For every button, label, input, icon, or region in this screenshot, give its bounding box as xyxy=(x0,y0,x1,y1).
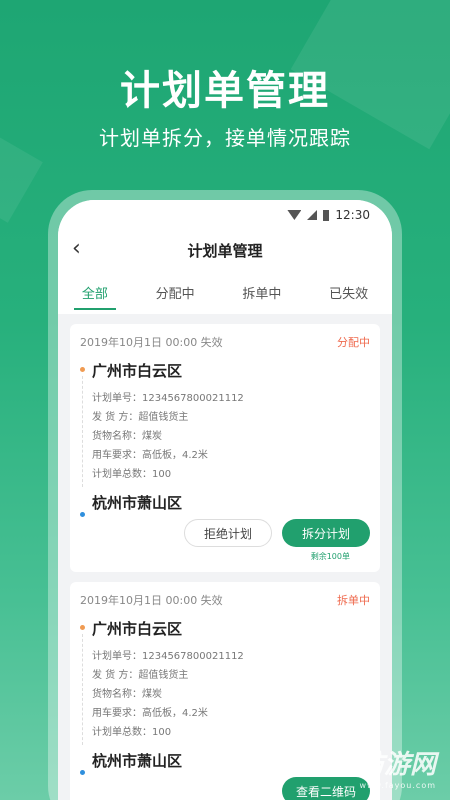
tab-expired[interactable]: 已失效 xyxy=(325,273,372,312)
detail-line: 货物名称：煤炭 xyxy=(92,431,162,442)
expire-date: 2019年10月1日 00:00 失效 xyxy=(80,594,223,607)
detail-line: 计划单总数：100 xyxy=(92,469,172,480)
detail-line: 用车要求：高低板，4.2米 xyxy=(92,708,208,719)
route-line xyxy=(82,376,83,487)
tab-splitting[interactable]: 拆单中 xyxy=(238,273,285,312)
destination-dot-icon xyxy=(80,512,85,517)
battery-icon xyxy=(323,209,330,221)
destination-city: 杭州市萧山区 xyxy=(92,494,183,512)
detail-line: 计划单号：1234567800021112 xyxy=(92,393,244,404)
plan-details: 计划单号：1234567800021112 发 货 方：超值钱货主 货物名称：煤… xyxy=(92,647,370,742)
nav-bar: ‹ 计划单管理 xyxy=(58,230,392,270)
watermark-logo: 仿游网 www.fayou.com xyxy=(357,750,436,790)
status-badge: 拆单中 xyxy=(337,594,370,607)
remaining-count: 剩余100单 xyxy=(310,552,350,561)
plan-details: 计划单号：1234567800021112 发 货 方：超值钱货主 货物名称：煤… xyxy=(92,389,370,484)
tab-assigning[interactable]: 分配中 xyxy=(152,273,199,312)
back-icon[interactable]: ‹ xyxy=(72,236,81,261)
split-plan-button[interactable]: 拆分计划 xyxy=(282,519,370,547)
phone-frame: 12:30 ‹ 计划单管理 全部 分配中 拆单中 已失效 2019年10月1日 … xyxy=(48,190,402,800)
tab-all[interactable]: 全部 xyxy=(73,273,116,312)
detail-line: 用车要求：高低板，4.2米 xyxy=(92,450,208,461)
detail-line: 计划单号：1234567800021112 xyxy=(92,651,244,662)
origin-city: 广州市白云区 xyxy=(92,620,183,638)
route: 广州市白云区 计划单号：1234567800021112 发 货 方：超值钱货主… xyxy=(80,360,370,517)
origin-dot-icon xyxy=(80,625,85,630)
destination-dot-icon xyxy=(80,770,85,775)
route: 广州市白云区 计划单号：1234567800021112 发 货 方：超值钱货主… xyxy=(80,618,370,775)
page-title: 计划单管理 xyxy=(187,241,263,260)
detail-line: 计划单总数：100 xyxy=(92,727,172,738)
origin-city: 广州市白云区 xyxy=(92,362,183,380)
view-qrcode-button[interactable]: 查看二维码 xyxy=(282,777,370,800)
detail-line: 发 货 方：超值钱货主 xyxy=(92,412,189,423)
reject-plan-button[interactable]: 拒绝计划 xyxy=(184,519,272,547)
detail-line: 货物名称：煤炭 xyxy=(92,689,162,700)
status-badge: 分配中 xyxy=(337,336,370,349)
status-time: 12:30 xyxy=(335,208,370,222)
signal-icon xyxy=(307,210,318,220)
tab-bar: 全部 分配中 拆单中 已失效 xyxy=(58,270,392,314)
plan-card[interactable]: 2019年10月1日 00:00 失效 拆单中 广州市白云区 计划单号：1234… xyxy=(70,582,380,800)
status-bar: 12:30 xyxy=(58,200,392,230)
destination-city: 杭州市萧山区 xyxy=(92,752,183,770)
expire-date: 2019年10月1日 00:00 失效 xyxy=(80,336,223,349)
hero-subtitle: 计划单拆分，接单情况跟踪 xyxy=(99,126,351,150)
origin-dot-icon xyxy=(80,367,85,372)
wifi-icon xyxy=(287,210,302,220)
route-line xyxy=(82,634,83,745)
hero-title: 计划单管理 xyxy=(120,68,330,114)
detail-line: 发 货 方：超值钱货主 xyxy=(92,670,189,681)
phone-screen: 12:30 ‹ 计划单管理 全部 分配中 拆单中 已失效 2019年10月1日 … xyxy=(58,200,392,800)
plan-card[interactable]: 2019年10月1日 00:00 失效 分配中 广州市白云区 计划单号：1234… xyxy=(70,324,380,572)
